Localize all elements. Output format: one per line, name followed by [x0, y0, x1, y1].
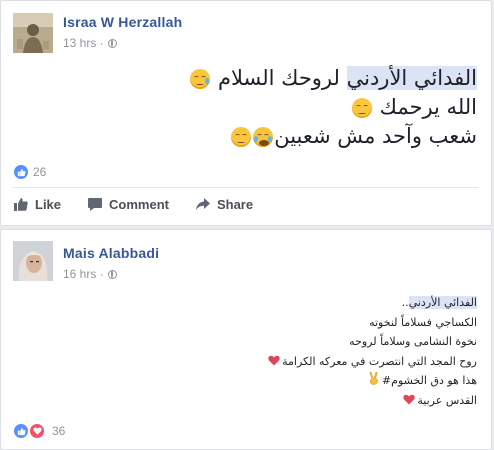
globe-icon	[107, 38, 117, 48]
reaction-count[interactable]: 26	[33, 165, 46, 179]
timestamp[interactable]: 16 hrs ·	[63, 267, 104, 281]
author-name[interactable]: Mais Alabbadi	[63, 245, 159, 261]
post-text-segment: ..	[401, 296, 409, 309]
crying-loud-face-icon	[253, 127, 274, 147]
globe-icon	[107, 269, 117, 279]
post-text-line: الله يرحمك	[189, 93, 477, 122]
victory-hand-icon	[368, 371, 380, 385]
like-reaction-icon	[13, 164, 29, 180]
action-bar: Like Comment Share	[1, 192, 279, 216]
post-text-line: القدس عربية	[266, 391, 477, 411]
divider	[13, 187, 479, 188]
like-reaction-icon	[13, 423, 29, 439]
post-meta: 16 hrs ·	[63, 267, 117, 281]
heart-icon	[403, 394, 416, 405]
post-card: Israa W Herzallah 13 hrs · الفدائي الأرد…	[0, 0, 492, 226]
post-text-line: الكساجي فسلاماً لنخوته	[369, 315, 477, 329]
reactions-summary[interactable]: 26	[13, 164, 46, 180]
reaction-count[interactable]: 36	[52, 424, 65, 438]
post-text-segment: روح المجد التي انتصرت في معركه الكرامة	[282, 354, 477, 368]
relieved-face-icon	[351, 98, 372, 118]
author-name[interactable]: Israa W Herzallah	[63, 14, 182, 30]
crying-face-icon	[190, 69, 211, 89]
timestamp[interactable]: 13 hrs ·	[63, 36, 104, 50]
post-text: الفدائي الأردني لروحك السلام الله يرحمك …	[189, 64, 477, 151]
highlighted-text[interactable]: الفدائي الأردني	[346, 66, 477, 90]
comment-label: Comment	[109, 196, 169, 212]
relieved-face-icon	[231, 127, 252, 147]
post-text-segment: هذا هو دق الخشوم#	[381, 374, 477, 387]
share-icon	[195, 198, 210, 210]
post-text-segment: القدس عربية	[417, 393, 477, 407]
post-text-line: الفدائي الأردني لروحك السلام	[189, 64, 477, 93]
post-card: Mais Alabbadi 16 hrs · الفدائي الأردني..…	[0, 229, 492, 450]
highlighted-text[interactable]: الفدائي الأردني	[408, 296, 477, 309]
post-text-segment: لروحك السلام	[211, 66, 347, 90]
heart-icon	[268, 355, 280, 366]
post-text-line: روح المجد التي انتصرت في معركه الكرامة	[266, 352, 477, 372]
post-text-line: هذا هو دق الخشوم#	[266, 371, 477, 391]
share-button[interactable]: Share	[195, 192, 253, 216]
post-text-segment: شعب وآحد مش شعبين	[274, 124, 477, 148]
post-text-segment: الله يرحمك	[372, 95, 477, 119]
reactions-summary[interactable]: 36	[13, 423, 65, 439]
post-text-line: شعب وآحد مش شعبين	[189, 122, 477, 151]
like-label: Like	[35, 196, 62, 212]
share-label: Share	[216, 196, 254, 212]
post-text: الفدائي الأردني.. الكساجي فسلاماً لنخوته…	[266, 293, 477, 410]
post-meta: 13 hrs ·	[63, 36, 117, 50]
thumbs-up-icon	[14, 198, 28, 211]
post-text-line: نخوة النشامى وسلاماً لروحه	[349, 335, 477, 348]
post-text-line: الفدائي الأردني..	[266, 293, 477, 313]
like-button[interactable]: Like	[13, 192, 61, 216]
comment-button[interactable]: Comment	[87, 192, 169, 216]
comment-icon	[88, 198, 103, 211]
avatar[interactable]	[13, 13, 53, 53]
avatar[interactable]	[13, 241, 53, 281]
love-reaction-icon	[29, 423, 45, 439]
